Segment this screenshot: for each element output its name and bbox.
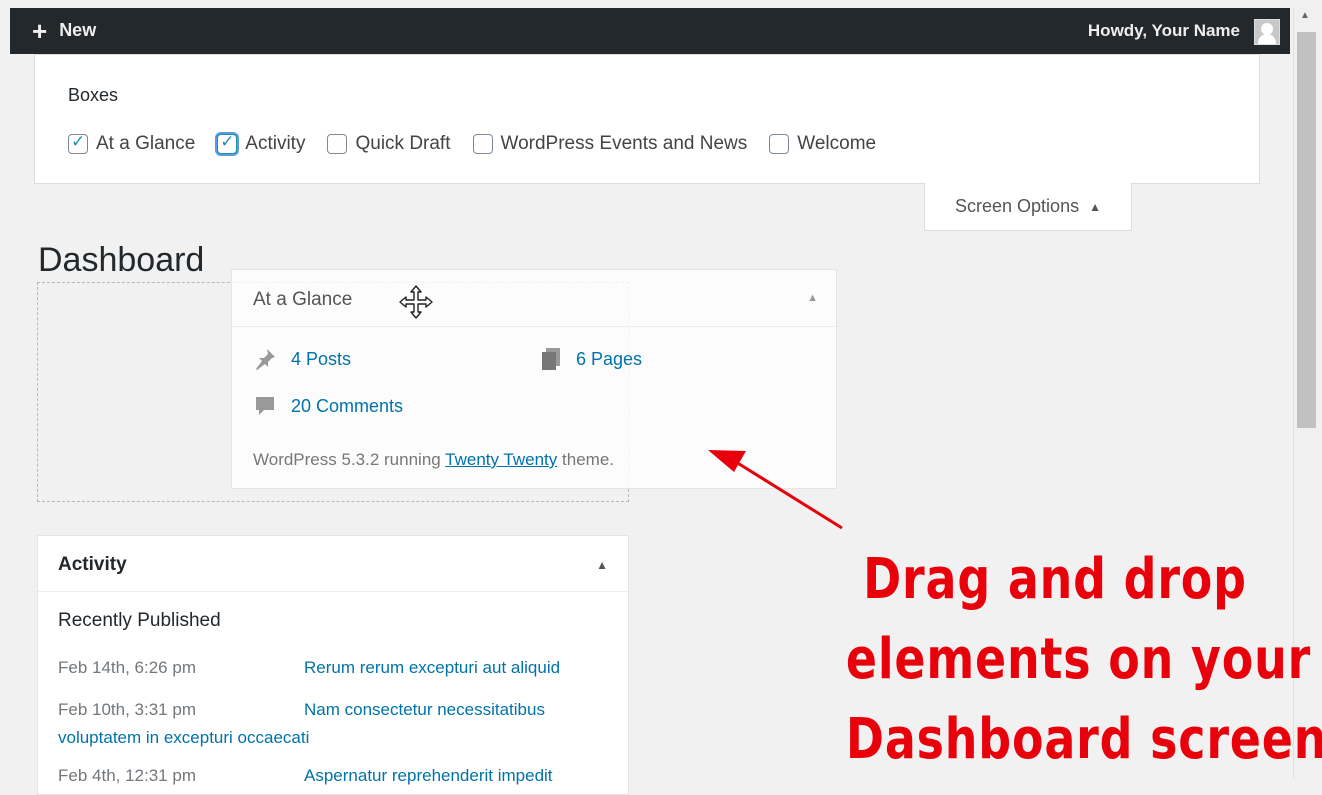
- new-label: New: [59, 20, 97, 40]
- list-item: Feb 14th, 6:26 pm Rerum rerum excepturi …: [58, 658, 618, 678]
- boxes-options: At a Glance Activity Quick Draft WordPre…: [68, 132, 898, 155]
- post-link[interactable]: Nam consectetur necessitatibus: [304, 700, 545, 720]
- avatar[interactable]: [1254, 19, 1280, 45]
- widget-title: Activity: [58, 554, 127, 575]
- annotation-line: elements on your: [845, 627, 1312, 692]
- quick-draft-checkbox[interactable]: [327, 134, 348, 154]
- option-quick-draft[interactable]: Quick Draft: [327, 133, 451, 155]
- posts-count: 4 Posts: [291, 348, 352, 369]
- activity-widget[interactable]: Activity ▲ Recently Published Feb 14th, …: [37, 535, 629, 795]
- list-item: Feb 4th, 12:31 pm Aspernatur reprehender…: [58, 766, 618, 786]
- post-date: Feb 14th, 6:26 pm: [58, 658, 196, 677]
- posts-count-link[interactable]: 4 Posts: [253, 347, 351, 371]
- events-news-checkbox[interactable]: [472, 134, 493, 154]
- theme-link[interactable]: Twenty Twenty: [445, 450, 557, 469]
- page-title: Dashboard: [38, 240, 205, 279]
- option-label: WordPress Events and News: [500, 133, 748, 154]
- version-prefix: WordPress 5.3.2 running: [253, 450, 446, 469]
- version-info: WordPress 5.3.2 running Twenty Twenty th…: [253, 450, 614, 470]
- post-link[interactable]: Aspernatur reprehenderit impedit: [304, 766, 553, 786]
- pages-count: 6 Pages: [576, 348, 643, 369]
- option-events-news[interactable]: WordPress Events and News: [472, 133, 748, 155]
- pin-icon: [256, 349, 275, 370]
- list-item: Feb 10th, 3:31 pm Nam consectetur necess…: [58, 700, 618, 748]
- move-cursor-icon: [399, 285, 433, 319]
- option-activity[interactable]: Activity: [217, 132, 306, 155]
- scroll-up-arrow-icon[interactable]: ▲: [1300, 10, 1310, 21]
- pages-icon: [542, 348, 560, 370]
- pages-count-link[interactable]: 6 Pages: [540, 347, 642, 371]
- plus-icon: +: [32, 15, 48, 46]
- option-at-a-glance[interactable]: At a Glance: [68, 132, 196, 155]
- activity-checkbox[interactable]: [217, 132, 238, 154]
- annotation-line: Dashboard screen: [845, 707, 1322, 772]
- option-label: Activity: [245, 133, 306, 154]
- recently-published-heading: Recently Published: [58, 610, 221, 631]
- post-link[interactable]: Rerum rerum excepturi aut aliquid: [304, 658, 560, 678]
- howdy-account-menu[interactable]: Howdy, Your Name: [1088, 21, 1240, 41]
- comments-count-link[interactable]: 20 Comments: [253, 394, 403, 418]
- widget-header[interactable]: Activity ▲: [38, 536, 628, 592]
- widget-header[interactable]: At a Glance ▲: [232, 270, 836, 327]
- option-label: Welcome: [797, 133, 877, 154]
- screen-options-label: Screen Options: [955, 196, 1080, 216]
- annotation-text: Drag and drop elements on your Dashboard…: [845, 540, 1322, 780]
- annotation-line: Drag and drop: [863, 547, 1247, 612]
- toggle-panel-icon[interactable]: ▲: [807, 292, 818, 304]
- post-link-continued[interactable]: voluptatem in excepturi occaecati: [58, 728, 618, 748]
- new-content-button[interactable]: + New: [32, 15, 97, 46]
- boxes-heading: Boxes: [68, 85, 119, 105]
- option-welcome[interactable]: Welcome: [769, 133, 876, 155]
- at-a-glance-checkbox[interactable]: [68, 132, 88, 154]
- comment-bubble-icon: [256, 397, 274, 415]
- comments-count: 20 Comments: [291, 395, 404, 416]
- post-date: Feb 10th, 3:31 pm: [58, 700, 196, 719]
- version-suffix: theme.: [557, 450, 614, 469]
- toggle-panel-icon[interactable]: ▲: [596, 558, 608, 572]
- option-label: At a Glance: [96, 133, 196, 154]
- screen-options-toggle[interactable]: Screen Options ▲: [924, 183, 1132, 231]
- widget-title: At a Glance: [253, 289, 353, 310]
- post-date: Feb 4th, 12:31 pm: [58, 766, 196, 785]
- triangle-up-icon: ▲: [1089, 199, 1101, 214]
- option-label: Quick Draft: [355, 133, 451, 154]
- at-a-glance-widget[interactable]: At a Glance ▲ 4 Posts 6 Pages 20 Comment…: [231, 269, 837, 489]
- screen-options-panel: Boxes At a Glance Activity Quick Draft W…: [34, 54, 1260, 184]
- welcome-checkbox[interactable]: [769, 134, 790, 154]
- admin-bar: + New Howdy, Your Name: [10, 8, 1290, 54]
- scrollbar-thumb[interactable]: [1297, 32, 1316, 428]
